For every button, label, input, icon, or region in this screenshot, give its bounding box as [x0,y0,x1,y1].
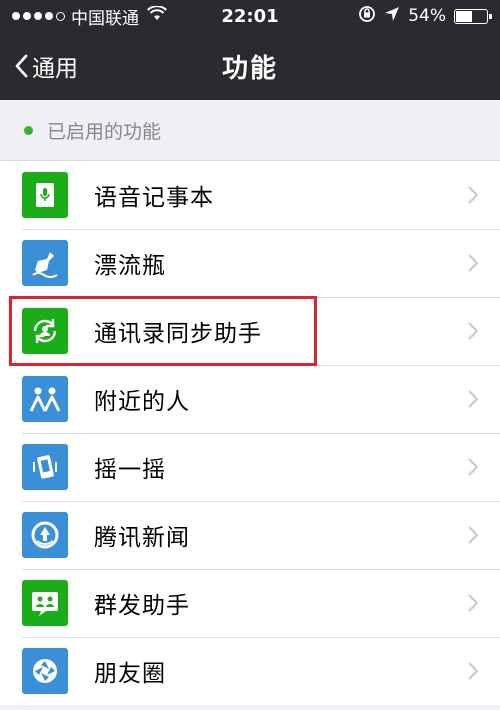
rotation-lock-icon [358,5,376,28]
back-label: 通用 [32,56,78,82]
list-item-label: 附近的人 [94,389,190,415]
chevron-left-icon [15,54,28,78]
location-arrow-icon [384,6,400,27]
people-nearby-icon [22,376,68,422]
list-item-moments[interactable]: 朋友圈 [0,637,500,705]
voice-notepad-icon [22,172,68,218]
list-item-drift-bottle[interactable]: 漂流瓶 [0,229,500,297]
wifi-icon [147,5,167,26]
back-button[interactable]: 通用 [0,49,78,83]
list-item-label: 漂流瓶 [94,253,166,279]
list-item-label: 群发助手 [94,593,190,619]
chevron-right-icon [468,594,478,612]
navigation-bar: 通用 功能 [0,32,500,100]
list-item-label: 摇一摇 [94,457,166,483]
section-header-label: 已启用的功能 [47,120,162,143]
broadcast-assistant-icon [22,580,68,626]
list-item-label: 腾讯新闻 [94,525,190,551]
chevron-right-icon [468,526,478,544]
list-item-voice-notepad[interactable]: 语音记事本 [0,161,500,229]
shake-icon [22,444,68,490]
chevron-right-icon [468,458,478,476]
contact-sync-icon [22,308,68,354]
chevron-right-icon [468,186,478,204]
drift-bottle-icon [22,240,68,286]
battery-fill [456,10,472,22]
list-item-people-nearby[interactable]: 附近的人 [0,365,500,433]
moments-icon [22,648,68,694]
list-item-contact-sync[interactable]: 通讯录同步助手 [0,297,500,365]
chevron-right-icon [468,254,478,272]
status-bar: 中国联通 22:01 54% [0,0,500,32]
tencent-news-icon [22,512,68,558]
list-item-shake[interactable]: 摇一摇 [0,433,500,501]
list-item-label: 语音记事本 [94,185,214,211]
chevron-right-icon [468,390,478,408]
list-item-broadcast-assistant[interactable]: 群发助手 [0,569,500,637]
list-item-label: 通讯录同步助手 [94,321,262,347]
battery-icon [454,8,492,24]
battery-percent: 54% [408,6,446,26]
list-item-label: 朋友圈 [94,661,166,687]
chevron-right-icon [468,662,478,680]
top-bar: 中国联通 22:01 54% 通用 功能 [0,0,500,100]
enabled-dot-icon [24,125,33,135]
list-item-tencent-news[interactable]: 腾讯新闻 [0,501,500,569]
chevron-right-icon [468,322,478,340]
signal-strength-icon [12,11,65,21]
feature-list: 语音记事本 漂流瓶 通讯录同步助手 附近的人 摇一摇 腾讯新闻 群发助手 朋友圈 [0,160,500,705]
carrier-name: 中国联通 [71,8,139,29]
section-header: 已启用的功能 [0,100,500,160]
status-time: 22:01 [221,5,279,27]
page-title: 功能 [221,53,279,84]
